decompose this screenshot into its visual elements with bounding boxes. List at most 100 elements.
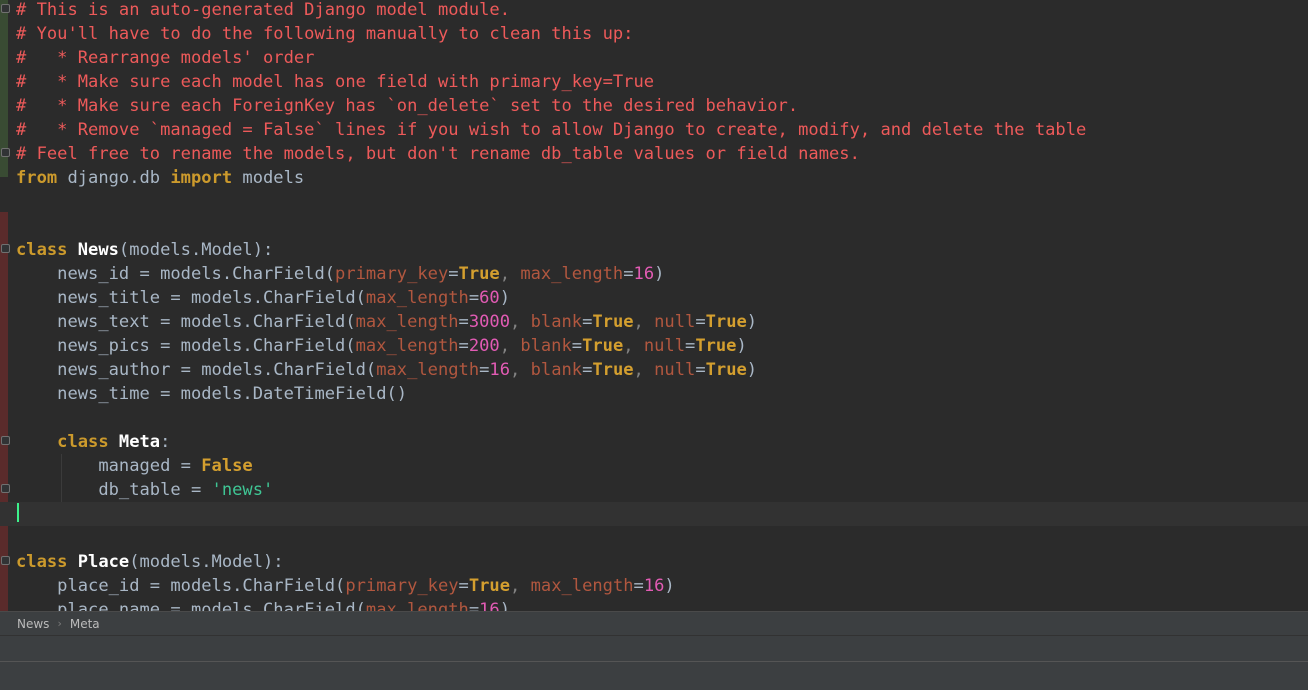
code-token: , bbox=[510, 576, 531, 596]
code-token: ) bbox=[664, 576, 675, 596]
code-line[interactable]: # You'll have to do the following manual… bbox=[0, 22, 1308, 46]
code-token: True bbox=[592, 360, 634, 380]
code-token: ) bbox=[736, 336, 747, 356]
code-token: True bbox=[458, 264, 500, 284]
code-token: = bbox=[458, 336, 469, 356]
code-token: managed = bbox=[16, 456, 202, 476]
code-token: , bbox=[623, 336, 644, 356]
code-token: blank bbox=[530, 360, 583, 380]
code-token: = bbox=[633, 576, 644, 596]
tool-window-bar bbox=[0, 635, 1308, 661]
code-token: news_title = models.CharField( bbox=[16, 288, 366, 308]
code-token: from bbox=[16, 168, 58, 188]
code-line[interactable]: class Meta: bbox=[0, 430, 1308, 454]
code-token: place_name = models.CharField( bbox=[16, 600, 366, 611]
breadcrumb: News › Meta bbox=[0, 611, 1308, 635]
code-token: = bbox=[458, 576, 469, 596]
code-token: # * Rearrange models' order bbox=[16, 48, 315, 68]
code-token: null bbox=[643, 336, 686, 356]
code-token: Place bbox=[77, 552, 130, 572]
code-token: 60 bbox=[479, 288, 500, 308]
code-line[interactable] bbox=[0, 502, 1308, 526]
code-line[interactable]: managed = False bbox=[0, 454, 1308, 478]
code-line[interactable] bbox=[0, 190, 1308, 214]
code-line[interactable]: class Place(models.Model): bbox=[0, 550, 1308, 574]
code-line[interactable]: place_id = models.CharField(primary_key=… bbox=[0, 574, 1308, 598]
code-token: # Feel free to rename the models, but do… bbox=[16, 144, 860, 164]
code-token: , bbox=[633, 312, 655, 332]
code-token: True bbox=[695, 336, 737, 356]
code-line[interactable]: # This is an auto-generated Django model… bbox=[0, 0, 1308, 22]
text-caret bbox=[17, 503, 19, 522]
code-token: True bbox=[582, 336, 624, 356]
code-line[interactable]: news_title = models.CharField(max_length… bbox=[0, 286, 1308, 310]
code-token: True bbox=[592, 312, 634, 332]
code-token: 16 bbox=[643, 576, 665, 596]
code-token: = bbox=[582, 360, 593, 380]
code-token: = bbox=[468, 288, 480, 308]
indent-guide bbox=[61, 478, 62, 502]
code-line[interactable]: # * Make sure each model has one field w… bbox=[0, 70, 1308, 94]
code-token: # * Remove `managed = False` lines if yo… bbox=[16, 120, 1087, 140]
code-line[interactable]: news_id = models.CharField(primary_key=T… bbox=[0, 262, 1308, 286]
code-token: 200 bbox=[468, 336, 500, 356]
code-token: blank bbox=[520, 336, 572, 356]
code-token: class bbox=[57, 432, 119, 452]
code-line[interactable]: place_name = models.CharField(max_length… bbox=[0, 598, 1308, 611]
code-line[interactable] bbox=[0, 214, 1308, 238]
code-token: 16 bbox=[489, 360, 511, 380]
code-token: = bbox=[571, 336, 583, 356]
code-token: 'news' bbox=[211, 480, 274, 500]
code-line[interactable]: # * Make sure each ForeignKey has `on_de… bbox=[0, 94, 1308, 118]
code-token: news_pics = models.CharField( bbox=[16, 336, 356, 356]
code-token: max_length bbox=[365, 600, 469, 611]
code-token: max_length bbox=[355, 312, 459, 332]
breadcrumb-item-news[interactable]: News bbox=[17, 617, 49, 631]
code-line[interactable]: news_time = models.DateTimeField() bbox=[0, 382, 1308, 406]
code-line[interactable]: # Feel free to rename the models, but do… bbox=[0, 142, 1308, 166]
code-line[interactable]: news_author = models.CharField(max_lengt… bbox=[0, 358, 1308, 382]
code-token: = bbox=[479, 360, 490, 380]
code-token: class bbox=[16, 240, 78, 260]
indent-guide bbox=[61, 454, 62, 478]
code-line[interactable] bbox=[0, 526, 1308, 550]
code-token: primary_key bbox=[345, 576, 459, 596]
code-line[interactable]: # * Remove `managed = False` lines if yo… bbox=[0, 118, 1308, 142]
code-token: # This is an auto-generated Django model… bbox=[16, 0, 510, 20]
code-token: max_length bbox=[530, 576, 634, 596]
code-token: django.db bbox=[57, 168, 171, 188]
code-token: news_time = models.DateTimeField() bbox=[16, 384, 408, 404]
code-token: ) bbox=[746, 312, 758, 332]
code-token: = bbox=[685, 336, 696, 356]
code-line[interactable]: news_text = models.CharField(max_length=… bbox=[0, 310, 1308, 334]
code-token: ) bbox=[499, 288, 511, 308]
code-token: 3000 bbox=[468, 312, 511, 332]
code-token: Meta bbox=[118, 432, 161, 452]
code-token: True bbox=[468, 576, 511, 596]
code-token: (models.Model): bbox=[129, 552, 284, 572]
code-token: null bbox=[654, 312, 696, 332]
code-token: = bbox=[623, 264, 634, 284]
breadcrumb-item-meta[interactable]: Meta bbox=[70, 617, 100, 631]
code-token: , bbox=[510, 360, 531, 380]
code-token: blank bbox=[530, 312, 583, 332]
code-line[interactable]: db_table = 'news' bbox=[0, 478, 1308, 502]
code-line[interactable]: from django.db import models bbox=[0, 166, 1308, 190]
code-token: (models.Model): bbox=[118, 240, 274, 260]
code-token: ) bbox=[746, 360, 758, 380]
code-token: = bbox=[695, 312, 706, 332]
code-token: max_length bbox=[520, 264, 624, 284]
code-line[interactable]: news_pics = models.CharField(max_length=… bbox=[0, 334, 1308, 358]
code-line[interactable] bbox=[0, 406, 1308, 430]
code-token: , bbox=[633, 360, 655, 380]
code-token: , bbox=[499, 336, 521, 356]
code-token: max_length bbox=[365, 288, 469, 308]
code-line[interactable]: # * Rearrange models' order bbox=[0, 46, 1308, 70]
code-line[interactable]: class News(models.Model): bbox=[0, 238, 1308, 262]
code-token: max_length bbox=[376, 360, 480, 380]
status-bar bbox=[0, 661, 1308, 690]
code-token: 16 bbox=[479, 600, 500, 611]
code-editor[interactable]: # This is an auto-generated Django model… bbox=[0, 0, 1308, 611]
code-token: news_author = models.CharField( bbox=[16, 360, 377, 380]
